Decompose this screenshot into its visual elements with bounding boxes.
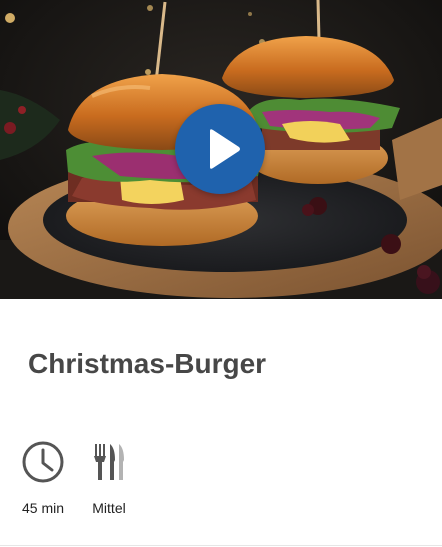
clock-icon [22, 441, 64, 483]
card-divider [0, 545, 442, 546]
recipe-video-thumbnail[interactable] [0, 0, 442, 299]
recipe-title[interactable]: Christmas-Burger [28, 346, 428, 382]
play-icon [210, 129, 240, 169]
prep-time-label: 45 min [21, 500, 65, 516]
recipe-meta: 45 min Mittel [0, 440, 442, 520]
difficulty: Mittel [86, 440, 132, 516]
prep-time: 45 min [20, 440, 66, 516]
play-video-button[interactable] [175, 104, 265, 194]
recipe-card[interactable]: Christmas-Burger 45 min Mittel [0, 0, 442, 547]
cutlery-icon [94, 444, 124, 480]
difficulty-label: Mittel [92, 500, 126, 516]
